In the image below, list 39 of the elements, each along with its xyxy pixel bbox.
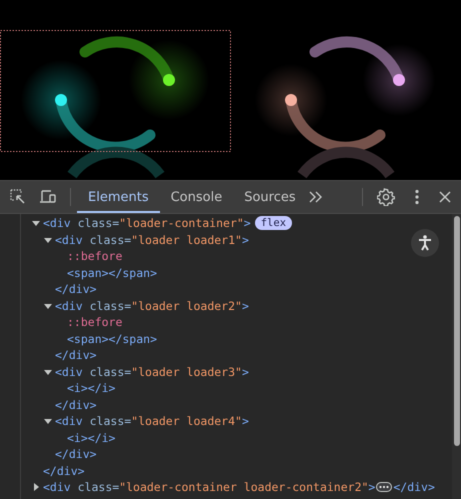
tab[interactable]: Console — [160, 181, 234, 213]
collapsed-caret-icon[interactable] — [32, 483, 40, 492]
close-icon[interactable] — [439, 191, 451, 203]
closing-tag-text[interactable]: </div> — [55, 282, 97, 296]
element-tag-text[interactable]: <div class="loader loader2"> — [55, 298, 249, 313]
element-tag-text[interactable]: <div class="loader-container loader-container2"> — [43, 480, 376, 494]
element-tag-text[interactable]: <i></i> — [67, 430, 116, 445]
scroll-thumb[interactable] — [454, 216, 460, 446]
closing-tag-text[interactable]: </div> — [55, 447, 97, 462]
tab[interactable]: Elements — [77, 181, 160, 213]
expanded-caret-icon[interactable] — [44, 302, 52, 310]
device-toggle-icon[interactable] — [39, 189, 57, 205]
chevron-double-icon[interactable] — [308, 191, 323, 203]
element-tag-text[interactable]: <div class="loader loader3"> — [55, 364, 249, 379]
tab[interactable]: Sources — [233, 181, 307, 213]
element-tag-text[interactable]: <div class="loader-container"> — [43, 216, 251, 230]
accessibility-icon — [418, 235, 432, 251]
closing-tag-text[interactable]: </div> — [393, 480, 435, 494]
expanded-caret-icon[interactable] — [32, 219, 40, 228]
pseudo-element-text[interactable]: ::before — [67, 249, 122, 264]
pseudo-element-text[interactable]: ::before — [67, 315, 122, 330]
inspect-icon[interactable] — [10, 189, 26, 205]
accessibility-button[interactable] — [411, 229, 439, 257]
ellipsis-icon[interactable] — [376, 482, 392, 492]
kebab-menu-icon[interactable] — [415, 189, 419, 205]
element-tag-text[interactable]: <div class="loader loader1"> — [55, 232, 249, 247]
scrollbar[interactable] — [452, 214, 461, 499]
element-tag-text[interactable]: <span></span> — [67, 266, 158, 280]
closing-tag-text[interactable]: </div> — [55, 348, 97, 362]
element-tag-text[interactable]: <span></span> — [67, 332, 158, 346]
element-tag-text[interactable]: <div class="loader loader4"> — [55, 414, 249, 428]
expanded-caret-icon[interactable] — [44, 236, 52, 244]
expanded-caret-icon[interactable] — [44, 368, 52, 376]
closing-tag-text[interactable]: </div> — [43, 464, 85, 478]
settings-icon[interactable] — [377, 188, 395, 206]
element-tag-text[interactable]: <i></i> — [67, 381, 116, 396]
closing-tag-text[interactable]: </div> — [55, 398, 97, 412]
layout-badge[interactable]: flex — [254, 216, 292, 230]
expanded-caret-icon[interactable] — [44, 417, 52, 426]
